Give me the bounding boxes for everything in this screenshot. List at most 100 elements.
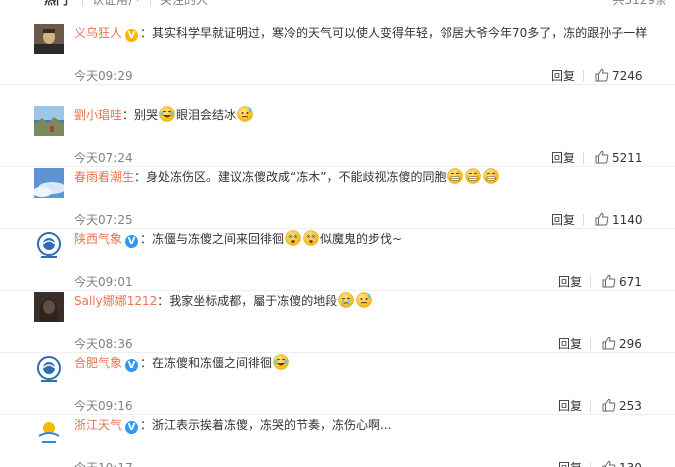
comment-text: 其实科学早就证明过，寒冷的天气可以使人变得年轻，邻居大爷今年70多了，冻的跟孙子… [152, 26, 648, 40]
reply-button[interactable]: 回复 [551, 150, 575, 166]
username-link[interactable]: 浙江天气 [74, 418, 122, 432]
username-link[interactable]: Sally娜娜1212 [74, 294, 157, 308]
comment-item: 劉小琩哇：别哭 眼泪会结冰今天07:24 回复 5211 [0, 106, 675, 167]
like-button[interactable]: 253 [602, 398, 642, 414]
thumbs-up-icon [595, 150, 609, 164]
thumbs-up-icon [602, 336, 616, 350]
action-divider [590, 276, 591, 288]
like-count: 671 [619, 275, 642, 289]
avatar[interactable] [34, 292, 64, 322]
like-button[interactable]: 5211 [595, 150, 643, 166]
comment-item: 浙江天气V：浙江表示挨着冻傻，冻哭的节奏，冻伤心啊... 今天10:17 回复 130 [0, 416, 675, 467]
avatar[interactable] [34, 416, 64, 446]
avatar[interactable] [34, 168, 64, 198]
username-separator: ： [140, 232, 153, 246]
username-link[interactable]: 陕西气象 [74, 232, 122, 246]
username-link[interactable]: 春雨看潮生 [74, 170, 134, 184]
action-divider [583, 214, 584, 226]
action-divider [583, 152, 584, 164]
like-button[interactable]: 130 [602, 460, 642, 467]
reply-button[interactable]: 回复 [558, 336, 582, 352]
reply-button[interactable]: 回复 [558, 274, 582, 290]
tab-divider [82, 0, 83, 6]
comment-timestamp: 今天09:16 [74, 399, 133, 413]
tab-verified-users[interactable]: 认证用户 [92, 0, 140, 9]
avatar[interactable] [34, 230, 64, 260]
thumbs-up-icon [602, 398, 616, 412]
like-button[interactable]: 1140 [595, 212, 643, 228]
like-button[interactable]: 7246 [595, 68, 643, 84]
like-count: 253 [619, 399, 642, 413]
thumbs-up-icon [595, 212, 609, 226]
like-button[interactable]: 296 [602, 336, 642, 352]
grin-emoji-icon [483, 168, 500, 184]
comment-timestamp: 今天07:25 [74, 213, 133, 227]
like-count: 5211 [612, 151, 643, 165]
verified-badge-icon: V [125, 359, 139, 372]
comment-text: 我家坐标成都，屬于冻傻的地段 [169, 294, 338, 308]
username-separator: ： [140, 418, 153, 432]
grin-emoji-icon [465, 168, 482, 184]
comment-text-continued: 似魔鬼的步伐~ [320, 232, 403, 246]
comment-body: 春雨看潮生：身处冻伤区。建议冻傻改成“冻木”，不能歧视冻傻的同胞 [74, 168, 655, 186]
confused-emoji-icon [303, 230, 319, 246]
comment-text-continued: 眼泪会结冰 [176, 108, 237, 122]
tab-hot[interactable]: 热门 [44, 0, 68, 9]
action-divider [590, 400, 591, 412]
like-button[interactable]: 671 [602, 274, 642, 290]
grin-emoji-icon [447, 168, 464, 184]
comment-body: 合肥气象 V ：在冻傻和冻僵之间徘徊 [74, 354, 655, 372]
sweat-emoji-icon [356, 292, 373, 308]
avatar[interactable] [34, 354, 64, 384]
tab-divider [150, 0, 151, 6]
verified-badge-icon: V [125, 421, 139, 434]
comment-item: 合肥气象 V ：在冻傻和冻僵之间徘徊今天09:16 回复 253 [0, 354, 675, 415]
sweat-emoji-icon [237, 106, 253, 122]
comment-body: 义乌狂人 V ：其实科学早就证明过，寒冷的天气可以使人变得年轻，邻居大爷今年70多了… [74, 24, 655, 42]
action-divider [590, 338, 591, 350]
username-link[interactable]: 义乌狂人 [74, 26, 122, 40]
reply-button[interactable]: 回复 [551, 212, 575, 228]
comment-item: 陕西气象 V ：冻僵与冻傻之间来回徘徊 似魔鬼的步伐~ 今天09:01 回复 671 [0, 230, 675, 291]
comment-total-count: 共3129条 [612, 0, 667, 7]
action-divider [583, 70, 584, 82]
comment-body: 陕西气象 V ：冻僵与冻傻之间来回徘徊 似魔鬼的步伐~ [74, 230, 655, 248]
reply-button[interactable]: 回复 [558, 398, 582, 414]
reply-button[interactable]: 回复 [551, 68, 575, 84]
comment-body: 浙江天气 V ：浙江表示挨着冻傻，冻哭的节奏，冻伤心啊... [74, 416, 655, 434]
comment-timestamp: 今天09:01 [74, 275, 133, 289]
action-divider [590, 462, 591, 467]
comment-timestamp: 今天10:17 [74, 460, 133, 467]
username-link[interactable]: 合肥气象 [74, 356, 122, 370]
comment-text: 身处冻伤区。建议冻傻改成“冻木”，不能歧视冻傻的同胞 [146, 170, 447, 184]
comment-item: 义乌狂人 V ：其实科学早就证明过，寒冷的天气可以使人变得年轻，邻居大爷今年70多了… [0, 24, 675, 85]
thumbs-up-icon [602, 460, 616, 467]
comment-item: 春雨看潮生：身处冻伤区。建议冻傻改成“冻木”，不能歧视冻傻的同胞今天07:25 回… [0, 168, 675, 229]
confused-emoji-icon [285, 230, 301, 246]
weibo-comment-list: 热门 认证用户 关注的人 共3129条 义乌狂人 V ：其实科学早就证明过，寒冷的天… [0, 0, 675, 467]
like-count: 1140 [612, 213, 643, 227]
reply-button[interactable]: 回复 [558, 460, 582, 467]
tab-following[interactable]: 关注的人 [160, 0, 208, 9]
username-separator: ： [140, 26, 153, 40]
username-separator: ： [157, 294, 170, 308]
comment-timestamp: 今天07:24 [74, 151, 133, 165]
comment-body: Sally娜娜1212：我家坐标成都，屬于冻傻的地段 [74, 292, 655, 310]
thumbs-up-icon [595, 68, 609, 82]
comment-timestamp: 今天09:29 [74, 69, 133, 83]
username-separator: ： [122, 108, 135, 122]
like-count: 7246 [612, 69, 643, 83]
avatar[interactable] [34, 24, 64, 54]
laugh-cry-emoji-icon [273, 354, 289, 370]
comment-text: 浙江表示挨着冻傻，冻哭的节奏，冻伤心啊... [152, 418, 392, 432]
comment-filter-tabs: 热门 认证用户 关注的人 共3129条 [0, 0, 675, 9]
comment-item: Sally娜娜1212：我家坐标成都，屬于冻傻的地段 今天08:36 回复 296 [0, 292, 675, 353]
verified-badge-icon: V [125, 29, 139, 42]
avatar[interactable] [34, 106, 64, 136]
username-link[interactable]: 劉小琩哇 [74, 108, 122, 122]
comment-text: 在冻傻和冻僵之间徘徊 [152, 356, 273, 370]
comment-text: 别哭 [134, 108, 159, 122]
comment-text: 冻僵与冻傻之间来回徘徊 [152, 232, 285, 246]
username-separator: ： [140, 356, 153, 370]
like-count: 130 [619, 461, 642, 467]
